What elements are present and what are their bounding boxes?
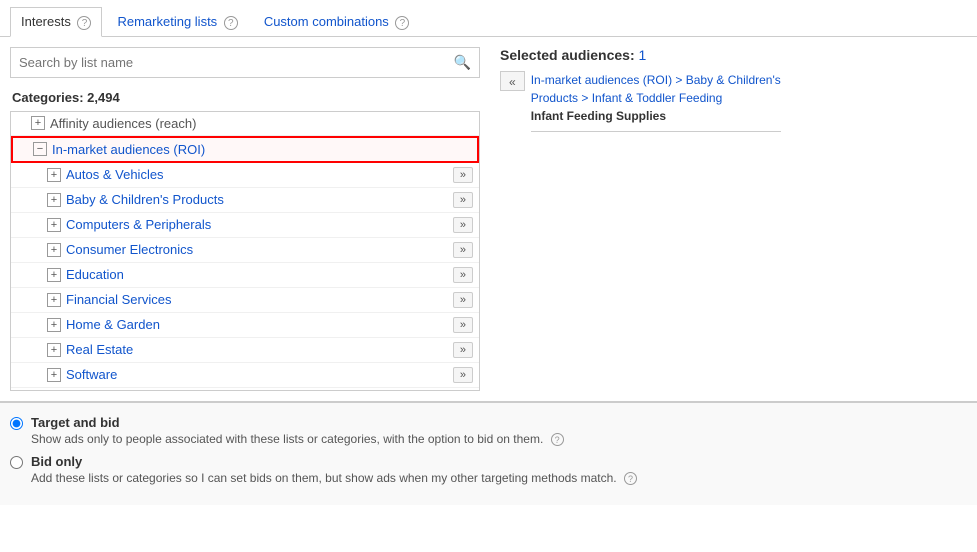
expand-software-icon[interactable]: + — [47, 368, 61, 382]
tree-item-baby[interactable]: + Baby & Children's Products » — [11, 188, 479, 213]
right-panel: Selected audiences: 1 « In-market audien… — [490, 47, 967, 391]
add-financial-btn[interactable]: » — [453, 292, 473, 308]
expand-computers-icon[interactable]: + — [47, 218, 61, 232]
bid-only-radio[interactable] — [10, 456, 23, 469]
tree-item-computers[interactable]: + Computers & Peripherals » — [11, 213, 479, 238]
bid-only-help-icon[interactable]: ? — [624, 472, 637, 485]
tree-item-education[interactable]: + Education » — [11, 263, 479, 288]
tree-item-realestate[interactable]: + Real Estate » — [11, 338, 479, 363]
custom-help-icon[interactable]: ? — [395, 16, 409, 30]
add-software-btn[interactable]: » — [453, 367, 473, 383]
expand-education-icon[interactable]: + — [47, 268, 61, 282]
selected-box: « In-market audiences (ROI) > Baby & Chi… — [500, 71, 957, 132]
expand-home-icon[interactable]: + — [47, 318, 61, 332]
path-divider — [531, 131, 781, 132]
tabs-bar: Interests ? Remarketing lists ? Custom c… — [0, 0, 977, 37]
expand-autos-icon[interactable]: + — [47, 168, 61, 182]
add-education-btn[interactable]: » — [453, 267, 473, 283]
target-and-bid-radio[interactable] — [10, 417, 23, 430]
target-and-bid-label: Target and bid — [31, 415, 564, 430]
add-computers-btn[interactable]: » — [453, 217, 473, 233]
target-and-bid-desc: Show ads only to people associated with … — [31, 432, 564, 446]
add-consumer-btn[interactable]: » — [453, 242, 473, 258]
bottom-section: Target and bid Show ads only to people a… — [0, 402, 977, 506]
selected-title: Selected audiences: 1 — [500, 47, 957, 63]
search-row: 🔍 — [10, 47, 480, 78]
bid-only-option: Bid only Add these lists or categories s… — [10, 454, 967, 485]
add-realestate-btn[interactable]: » — [453, 342, 473, 358]
tree-item-home[interactable]: + Home & Garden » — [11, 313, 479, 338]
search-input[interactable] — [11, 49, 446, 76]
add-baby-btn[interactable]: » — [453, 192, 473, 208]
tree-item-affinity[interactable]: + Affinity audiences (reach) — [11, 112, 479, 136]
target-bid-help-icon[interactable]: ? — [551, 433, 564, 446]
main-content: 🔍 Categories: 2,494 + Affinity audiences… — [0, 37, 977, 402]
tab-custom[interactable]: Custom combinations ? — [253, 7, 421, 37]
tree-item-telecom[interactable]: + Telecom » — [11, 388, 479, 391]
bid-only-label: Bid only — [31, 454, 637, 469]
expand-inmarket-icon[interactable]: − — [33, 142, 47, 156]
tree-item-inmarket[interactable]: − In-market audiences (ROI) — [11, 136, 479, 163]
tree-container[interactable]: + Affinity audiences (reach) − In-market… — [10, 111, 480, 391]
selected-path: In-market audiences (ROI) > Baby & Child… — [531, 71, 781, 132]
bid-only-desc: Add these lists or categories so I can s… — [31, 471, 637, 485]
left-panel: 🔍 Categories: 2,494 + Affinity audiences… — [10, 47, 480, 391]
target-and-bid-option: Target and bid Show ads only to people a… — [10, 415, 967, 446]
tree-item-autos[interactable]: + Autos & Vehicles » — [11, 163, 479, 188]
remarketing-help-icon[interactable]: ? — [224, 16, 238, 30]
expand-consumer-icon[interactable]: + — [47, 243, 61, 257]
expand-financial-icon[interactable]: + — [47, 293, 61, 307]
expand-baby-icon[interactable]: + — [47, 193, 61, 207]
tab-remarketing[interactable]: Remarketing lists ? — [106, 7, 248, 37]
categories-header: Categories: 2,494 — [10, 86, 480, 109]
add-autos-btn[interactable]: » — [453, 167, 473, 183]
back-button[interactable]: « — [500, 71, 525, 91]
tree-item-financial[interactable]: + Financial Services » — [11, 288, 479, 313]
tree-item-software[interactable]: + Software » — [11, 363, 479, 388]
search-icon: 🔍 — [446, 48, 479, 77]
tree-item-consumer[interactable]: + Consumer Electronics » — [11, 238, 479, 263]
add-home-btn[interactable]: » — [453, 317, 473, 333]
tab-interests[interactable]: Interests ? — [10, 7, 102, 37]
expand-affinity-icon[interactable]: + — [31, 116, 45, 130]
expand-realestate-icon[interactable]: + — [47, 343, 61, 357]
interests-help-icon[interactable]: ? — [77, 16, 91, 30]
